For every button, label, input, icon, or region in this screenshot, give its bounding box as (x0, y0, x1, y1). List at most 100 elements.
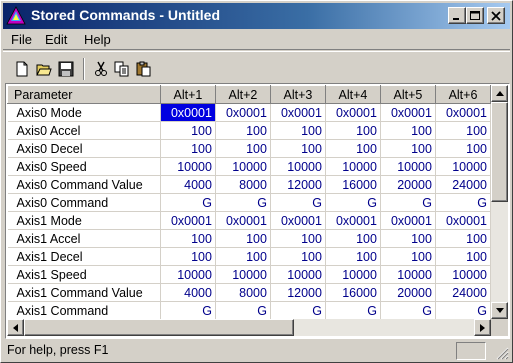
menu-file[interactable]: File (11, 32, 32, 47)
vertical-scroll-thumb[interactable] (491, 102, 508, 202)
value-cell[interactable]: 0x0001 (325, 103, 381, 122)
value-cell[interactable]: 8000 (215, 175, 271, 194)
value-cell[interactable]: 10000 (270, 157, 326, 176)
value-cell[interactable]: 0x0001 (380, 103, 436, 122)
cut-button[interactable] (91, 58, 111, 80)
column-header-alt-1[interactable]: Alt+1 (159, 85, 216, 104)
value-cell[interactable]: 100 (325, 229, 381, 248)
value-cell[interactable]: 100 (325, 121, 381, 140)
value-cell[interactable]: 4000 (160, 283, 216, 302)
value-cell[interactable]: G (270, 193, 326, 212)
value-cell[interactable]: 100 (215, 121, 271, 140)
column-header-alt-5[interactable]: Alt+5 (379, 85, 436, 104)
value-cell[interactable]: 100 (435, 229, 491, 248)
maximize-button[interactable] (466, 7, 484, 24)
scroll-down-button[interactable] (491, 302, 508, 319)
value-cell[interactable]: 10000 (325, 157, 381, 176)
value-cell[interactable]: G (435, 193, 491, 212)
value-cell[interactable]: 10000 (325, 265, 381, 284)
value-cell[interactable]: 100 (270, 229, 326, 248)
value-cell[interactable]: 0x0001 (160, 103, 216, 122)
value-cell[interactable]: 100 (325, 139, 381, 158)
value-cell[interactable]: G (215, 193, 271, 212)
value-cell[interactable]: 100 (160, 139, 216, 158)
value-cell[interactable]: 100 (160, 121, 216, 140)
value-cell[interactable]: 0x0001 (160, 211, 216, 230)
value-cell[interactable]: 100 (160, 229, 216, 248)
value-cell[interactable]: 10000 (435, 265, 491, 284)
column-header-parameter[interactable]: Parameter (7, 85, 161, 104)
scroll-right-button[interactable] (474, 319, 491, 336)
value-cell[interactable]: 100 (380, 139, 436, 158)
value-cell[interactable]: G (325, 301, 381, 319)
value-cell[interactable]: 10000 (270, 265, 326, 284)
new-file-button[interactable] (12, 58, 32, 80)
value-cell[interactable]: 100 (270, 139, 326, 158)
value-cell[interactable]: 100 (160, 247, 216, 266)
value-cell[interactable]: 12000 (270, 283, 326, 302)
value-cell[interactable]: 0x0001 (215, 103, 271, 122)
value-cell[interactable]: 100 (435, 139, 491, 158)
value-cell[interactable]: 100 (380, 247, 436, 266)
value-cell[interactable]: 100 (435, 247, 491, 266)
minimize-button[interactable] (448, 7, 466, 24)
column-header-alt-4[interactable]: Alt+4 (324, 85, 381, 104)
column-header-alt-3[interactable]: Alt+3 (269, 85, 326, 104)
value-cell[interactable]: 0x0001 (435, 211, 491, 230)
value-cell[interactable]: G (435, 301, 491, 319)
close-button[interactable] (487, 7, 505, 24)
value-cell[interactable]: 10000 (160, 265, 216, 284)
value-cell[interactable]: 24000 (435, 175, 491, 194)
value-cell[interactable]: 24000 (435, 283, 491, 302)
save-button[interactable] (56, 58, 76, 80)
value-cell[interactable]: 100 (215, 247, 271, 266)
value-cell[interactable]: 16000 (325, 283, 381, 302)
scroll-up-button[interactable] (491, 85, 508, 102)
value-cell[interactable]: 100 (215, 139, 271, 158)
value-cell[interactable]: 20000 (380, 175, 436, 194)
value-cell[interactable]: 10000 (380, 157, 436, 176)
value-cell[interactable]: 16000 (325, 175, 381, 194)
value-cell[interactable]: 100 (380, 229, 436, 248)
menu-help[interactable]: Help (84, 32, 111, 47)
value-cell[interactable]: 100 (435, 121, 491, 140)
value-cell[interactable]: 100 (215, 229, 271, 248)
open-button[interactable] (34, 58, 54, 80)
value-cell[interactable]: G (380, 301, 436, 319)
value-cell[interactable]: 100 (380, 121, 436, 140)
value-cell[interactable]: 10000 (435, 157, 491, 176)
value-cell[interactable]: G (160, 193, 216, 212)
value-cell[interactable]: 100 (270, 121, 326, 140)
paste-button[interactable] (134, 58, 154, 80)
column-header-alt-6[interactable]: Alt+6 (434, 85, 491, 104)
column-header-alt-2[interactable]: Alt+2 (214, 85, 271, 104)
vertical-scrollbar[interactable] (491, 85, 508, 319)
value-cell[interactable]: 0x0001 (380, 211, 436, 230)
value-cell[interactable]: 20000 (380, 283, 436, 302)
value-cell[interactable]: 10000 (160, 157, 216, 176)
value-cell[interactable]: G (325, 193, 381, 212)
value-cell[interactable]: 0x0001 (325, 211, 381, 230)
value-cell[interactable]: 0x0001 (270, 211, 326, 230)
menu-edit[interactable]: Edit (45, 32, 67, 47)
value-cell[interactable]: 12000 (270, 175, 326, 194)
value-cell[interactable]: 0x0001 (435, 103, 491, 122)
value-cell[interactable]: G (215, 301, 271, 319)
copy-button[interactable] (112, 58, 132, 80)
value-cell[interactable]: 10000 (215, 265, 271, 284)
value-cell[interactable]: 8000 (215, 283, 271, 302)
value-cell[interactable]: G (160, 301, 216, 319)
value-cell[interactable]: 10000 (380, 265, 436, 284)
value-cell[interactable]: G (380, 193, 436, 212)
value-cell[interactable]: 0x0001 (215, 211, 271, 230)
value-cell[interactable]: 100 (325, 247, 381, 266)
value-cell[interactable]: G (270, 301, 326, 319)
horizontal-scroll-thumb[interactable] (24, 319, 294, 336)
value-cell[interactable]: 0x0001 (270, 103, 326, 122)
resize-grip-icon[interactable] (495, 346, 509, 360)
scroll-left-button[interactable] (7, 319, 24, 336)
value-cell[interactable]: 10000 (215, 157, 271, 176)
value-cell[interactable]: 100 (270, 247, 326, 266)
title-bar[interactable]: Stored Commands - Untitled (3, 3, 510, 29)
value-cell[interactable]: 4000 (160, 175, 216, 194)
